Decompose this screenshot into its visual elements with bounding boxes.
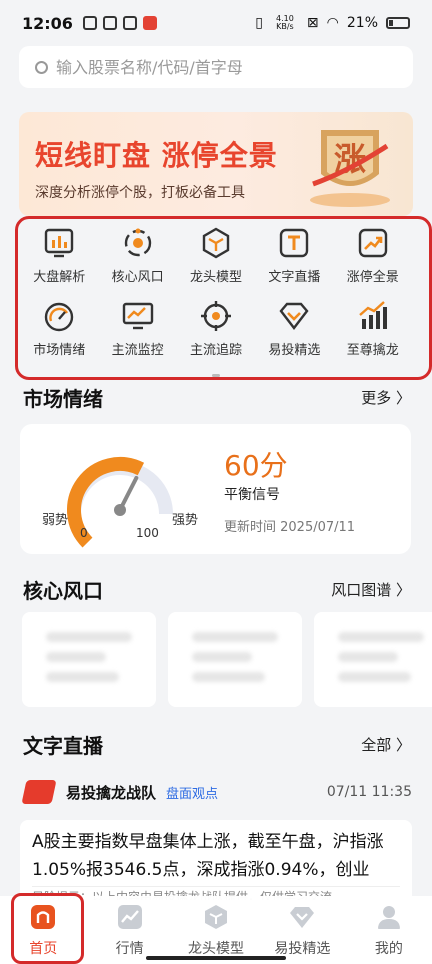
gesture-bar bbox=[146, 956, 286, 960]
promo-banner[interactable]: 短线盯盘 涨停全景 深度分析涨停个股，打板必备工具 涨 bbox=[19, 112, 413, 216]
text-t-icon bbox=[280, 228, 309, 258]
search-bar[interactable] bbox=[19, 46, 413, 88]
wifi-icon: ◠ bbox=[326, 15, 339, 31]
wind-card[interactable] bbox=[22, 612, 156, 707]
battery-icon bbox=[386, 17, 410, 29]
gauge-strong-label: 强势 bbox=[172, 512, 198, 528]
wind-card-row bbox=[22, 612, 432, 707]
wind-card[interactable] bbox=[168, 612, 302, 707]
section-header-mood: 市场情绪 更多 〉 bbox=[23, 383, 411, 412]
cube-icon bbox=[205, 905, 228, 929]
section-header-live: 文字直播 全部 〉 bbox=[23, 730, 411, 759]
tab-mine[interactable]: 我的 bbox=[346, 896, 432, 964]
mood-signal: 平衡信号 bbox=[224, 487, 280, 503]
grid-item-market-mood[interactable]: 市场情绪 bbox=[20, 299, 98, 358]
grid-item-mainstream-tracking[interactable]: 主流追踪 bbox=[177, 299, 255, 358]
grid-label: 至尊擒龙 bbox=[346, 343, 399, 358]
status-left: 12:06 bbox=[22, 14, 157, 33]
notification-icon bbox=[82, 16, 97, 30]
section-title: 文字直播 bbox=[23, 734, 103, 758]
app-icon bbox=[122, 16, 137, 30]
wind-card[interactable] bbox=[314, 612, 432, 707]
grid-item-text-live[interactable]: 文字直播 bbox=[255, 226, 333, 285]
tab-market[interactable]: 行情 bbox=[86, 896, 172, 964]
sentiment-gauge: 弱势 强势 0 100 bbox=[42, 457, 198, 548]
source-time: 07/11 11:35 bbox=[326, 784, 412, 800]
grid-item-limit-up[interactable]: 涨停全景 bbox=[334, 226, 412, 285]
wind-map-link[interactable]: 风口图谱 〉 bbox=[331, 579, 411, 600]
update-time: 更新时间 2025/07/11 bbox=[224, 520, 356, 535]
source-name: 易投擒龙战队 bbox=[66, 783, 157, 802]
grid-label: 文字直播 bbox=[268, 270, 321, 285]
diamond-icon bbox=[279, 302, 309, 330]
monitor-icon bbox=[122, 302, 153, 330]
link-icon bbox=[102, 16, 117, 30]
grid-label: 市场情绪 bbox=[33, 343, 86, 358]
more-link[interactable]: 更多 〉 bbox=[361, 387, 411, 408]
diamond-icon bbox=[290, 907, 315, 928]
live-post[interactable]: A股主要指数早盘集体上涨，截至午盘，沪指涨1.05%报3546.5点，深成指涨0… bbox=[20, 820, 412, 900]
clock: 12:06 bbox=[22, 13, 73, 33]
tab-label: 行情 bbox=[115, 941, 144, 957]
growth-bars-icon bbox=[359, 301, 387, 329]
grid-label: 核心风口 bbox=[111, 270, 164, 285]
bar-chart-icon bbox=[44, 228, 74, 258]
grid-item-supreme-dragon[interactable]: 至尊擒龙 bbox=[334, 299, 412, 358]
grid-label: 易投精选 bbox=[268, 343, 321, 358]
grid-label: 主流追踪 bbox=[189, 343, 242, 358]
search-icon bbox=[35, 60, 48, 74]
status-bar: 12:06 ▯ 4.10 KB/s ⊠ ◠ 21% bbox=[0, 0, 432, 46]
tab-leader-model[interactable]: 龙头模型 bbox=[173, 896, 259, 964]
net-speed: 4.10 KB/s bbox=[276, 14, 294, 31]
sim-off-icon: ⊠ bbox=[306, 15, 319, 31]
chart-icon bbox=[117, 905, 142, 929]
banner-subtitle: 深度分析涨停个股，打板必备工具 bbox=[35, 185, 245, 201]
trend-up-icon bbox=[358, 228, 387, 258]
page-indicator bbox=[212, 374, 220, 377]
mood-card[interactable]: 弱势 强势 0 100 60分 平衡信号 更新时间 2025/07/11 bbox=[20, 424, 411, 554]
banner-title: 短线盯盘 涨停全景 bbox=[35, 139, 278, 172]
grid-item-mainstream-monitor[interactable]: 主流监控 bbox=[98, 299, 176, 358]
section-title: 市场情绪 bbox=[23, 387, 103, 411]
grid-item-leader-model[interactable]: 龙头模型 bbox=[177, 226, 255, 285]
user-icon bbox=[377, 906, 400, 929]
function-grid: 大盘解析 核心风口 龙头模型 文字直播 涨停全景 市场情绪 主流监控 主流追踪 … bbox=[20, 226, 412, 358]
tab-label: 龙头模型 bbox=[188, 941, 245, 957]
limit-up-badge-icon: 涨 bbox=[310, 130, 390, 207]
live-post-text: A股主要指数早盘集体上涨，截至午盘，沪指涨1.05%报3546.5点，深成指涨0… bbox=[32, 832, 384, 880]
tab-yitou-select[interactable]: 易投精选 bbox=[259, 896, 345, 964]
status-right: ▯ 4.10 KB/s ⊠ ◠ 21% bbox=[255, 15, 410, 31]
gauge-icon bbox=[44, 302, 74, 332]
mood-score: 60分 bbox=[224, 449, 288, 482]
gauge-max-label: 100 bbox=[136, 526, 159, 540]
search-input[interactable] bbox=[56, 57, 376, 77]
grid-item-market-analysis[interactable]: 大盘解析 bbox=[20, 226, 98, 285]
vibrate-icon: ▯ bbox=[255, 15, 263, 31]
home-tab-highlight bbox=[11, 893, 84, 964]
gauge-min-label: 0 bbox=[80, 526, 88, 540]
grid-label: 涨停全景 bbox=[346, 270, 399, 285]
battery-percent: 21% bbox=[346, 15, 378, 31]
section-title: 核心风口 bbox=[23, 579, 103, 603]
all-link[interactable]: 全部 〉 bbox=[361, 734, 411, 755]
source-tag[interactable]: 盘面观点 bbox=[166, 783, 218, 802]
section-header-wind: 核心风口 风口图谱 〉 bbox=[23, 575, 411, 604]
grid-item-core-trend[interactable]: 核心风口 bbox=[98, 226, 176, 285]
grid-label: 大盘解析 bbox=[33, 270, 86, 285]
grid-label: 龙头模型 bbox=[189, 270, 242, 285]
grid-label: 主流监控 bbox=[111, 343, 164, 358]
orbit-icon bbox=[124, 228, 151, 257]
tab-label: 我的 bbox=[374, 941, 403, 957]
badge-icon bbox=[142, 16, 157, 30]
tab-label: 易投精选 bbox=[274, 941, 331, 957]
target-icon bbox=[200, 301, 231, 331]
team-logo-icon bbox=[21, 780, 57, 804]
grid-item-yitou-select[interactable]: 易投精选 bbox=[255, 299, 333, 358]
gauge-weak-label: 弱势 bbox=[42, 512, 68, 528]
live-source-row[interactable]: 易投擒龙战队 盘面观点 07/11 11:35 bbox=[21, 780, 412, 804]
cube-icon bbox=[202, 227, 230, 259]
